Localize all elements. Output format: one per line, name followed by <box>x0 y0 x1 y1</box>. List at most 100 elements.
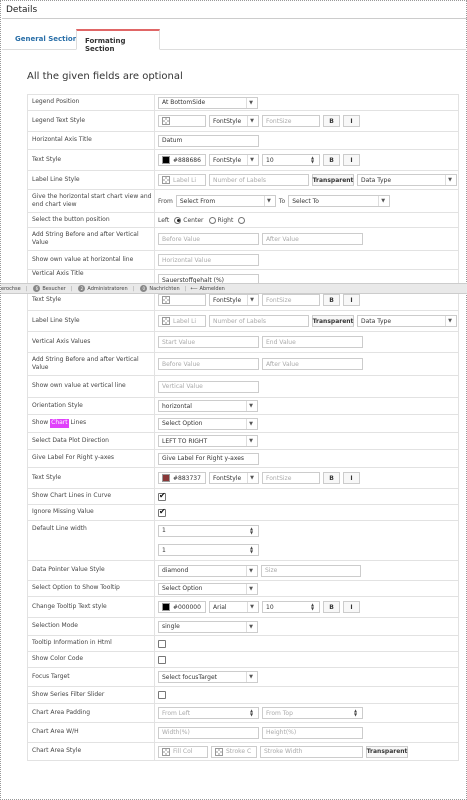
tooltip-size-stepper[interactable]: 10 ▲ ▼ <box>262 601 320 613</box>
visitors-count-badge: 6 <box>33 285 41 292</box>
transparent-swatch-icon <box>162 117 170 125</box>
show-color-code-checkbox[interactable] <box>158 655 166 664</box>
text-color-picker-3[interactable]: #883737 <box>158 472 206 484</box>
data-type-select-2[interactable]: Data Type ▼ <box>357 315 457 327</box>
field-label: Orientation Style <box>32 401 83 409</box>
row-label-line-style: Label Line Style Label Li Number of Labe… <box>27 170 459 189</box>
legend-position-select[interactable]: At BottomSide ▼ <box>158 96 258 109</box>
before-value-input-2[interactable]: Before Value <box>158 358 259 370</box>
row-add-string-horizontal: Add String Before and after Vertical Val… <box>27 227 459 250</box>
messages-link[interactable]: 0 Nachrichten <box>138 285 180 292</box>
field-label: Default Line width <box>32 525 87 532</box>
tooltip-color-picker[interactable]: #000000 <box>158 601 206 613</box>
statusbar-partial: erochse <box>1 285 21 292</box>
selection-mode-select[interactable]: single ▼ <box>158 620 258 633</box>
chevron-down-icon: ▼ <box>378 196 387 206</box>
select-to-dropdown[interactable]: Select To ▼ <box>288 195 391 207</box>
chart-area-transparent-button[interactable]: Transparent <box>366 745 408 758</box>
right-radio[interactable] <box>238 216 246 224</box>
left-radio[interactable] <box>174 216 182 224</box>
tab-general-section[interactable]: General Section <box>7 29 86 50</box>
row-show-color-code: Show Color Code <box>27 651 459 667</box>
number-of-labels-input-2[interactable]: Number of Labels <box>209 315 309 327</box>
tab-formating-section[interactable]: Formating Section <box>76 29 160 53</box>
field-label: Text Style <box>32 155 62 163</box>
admins-link[interactable]: 2 Administratoren <box>76 285 128 292</box>
font-style-select-2[interactable]: FontStyle ▼ <box>209 294 259 306</box>
after-value-input[interactable]: After Value <box>262 233 363 245</box>
row-button-position: Select the button position Left Center R… <box>27 212 459 227</box>
transparent-button-2[interactable]: Transparent <box>312 315 354 327</box>
orientation-select[interactable]: horizontal ▼ <box>158 400 258 412</box>
focus-target-select[interactable]: Select focusTarget ▼ <box>158 671 258 683</box>
line-width-stepper-2[interactable]: 1 ▲ ▼ <box>158 544 259 557</box>
options-form: Legend Position At BottomSide ▼ Legend Te… <box>27 94 459 761</box>
before-value-input[interactable]: Before Value <box>158 233 259 245</box>
panel-title: Details <box>2 2 467 19</box>
font-size-stepper[interactable]: 10 ▲ ▼ <box>262 154 320 166</box>
italic-button-2[interactable]: I <box>343 294 360 306</box>
visitors-link[interactable]: 6 Besucher <box>31 285 66 292</box>
font-style-select[interactable]: FontStyle ▼ <box>209 154 259 166</box>
font-style-select-3[interactable]: FontStyle ▼ <box>209 472 259 484</box>
number-of-labels-input[interactable]: Number of Labels <box>209 174 309 186</box>
horizontal-axis-title-input[interactable]: Datum <box>158 134 259 147</box>
text-color-picker-2[interactable] <box>158 294 206 306</box>
legend-font-style-select[interactable]: FontStyle ▼ <box>209 115 259 127</box>
right-y-label-input[interactable]: Give Label For Right y-axes <box>158 452 259 465</box>
section-heading: All the given fields are optional <box>27 71 183 82</box>
tooltip-html-checkbox[interactable] <box>158 639 166 648</box>
logout-link[interactable]: ⟵ Abmelden <box>190 286 225 292</box>
pointer-size-input[interactable]: Size <box>261 564 361 577</box>
font-size-input-3[interactable]: FontSize <box>262 472 320 484</box>
pointer-style-select[interactable]: diamond ▼ <box>158 564 258 577</box>
chart-height-input[interactable]: Height(%) <box>262 726 363 739</box>
ignore-missing-checkbox[interactable] <box>158 507 166 517</box>
show-lines-select[interactable]: Select Option ▼ <box>158 417 258 430</box>
horizontal-value-input[interactable]: Horizontal Value <box>158 254 259 266</box>
legend-italic-button[interactable]: I <box>343 115 360 127</box>
line-width-stepper[interactable]: 1 ▲ ▼ <box>158 524 259 537</box>
end-value-input[interactable]: End Value <box>262 336 363 348</box>
italic-button-3[interactable]: I <box>343 472 360 484</box>
bold-button-2[interactable]: B <box>323 294 340 306</box>
row-legend-position: Legend Position At BottomSide ▼ <box>27 94 459 110</box>
legend-bold-button[interactable]: B <box>323 115 340 127</box>
padding-top-stepper[interactable]: From Top ▲ ▼ <box>262 707 363 719</box>
series-filter-checkbox[interactable] <box>158 691 166 699</box>
admins-count-badge: 2 <box>78 285 86 292</box>
legend-font-size-input[interactable]: FontSize <box>262 115 320 127</box>
select-from-dropdown[interactable]: Select From ▼ <box>175 195 276 207</box>
italic-button[interactable]: I <box>343 154 360 166</box>
chevron-down-icon: ▼ <box>246 621 255 632</box>
data-plot-direction-select[interactable]: LEFT TO RIGHT ▼ <box>158 435 258 447</box>
row-ignore-missing: Ignore Missing Value <box>27 504 459 520</box>
text-color-picker[interactable]: #888686 <box>158 154 206 166</box>
vertical-value-input[interactable]: Vertical Value <box>158 380 259 393</box>
tooltip-font-select[interactable]: Arial ▼ <box>209 601 259 613</box>
legend-color-picker[interactable] <box>158 115 206 127</box>
transparent-button[interactable]: Transparent <box>312 174 354 186</box>
field-label: Show Color Code <box>32 655 84 663</box>
fill-color-picker[interactable]: Fill Col <box>158 745 208 758</box>
admins-label: Administratoren <box>87 285 128 292</box>
bold-button-3[interactable]: B <box>323 472 340 484</box>
padding-left-stepper[interactable]: From Left ▲ ▼ <box>158 707 259 719</box>
tooltip-italic-button[interactable]: I <box>343 601 360 613</box>
tooltip-option-select[interactable]: Select Option ▼ <box>158 582 258 595</box>
chart-lines-curve-checkbox[interactable] <box>158 491 166 501</box>
label-color-picker-2[interactable]: Label Li <box>158 315 206 327</box>
center-radio[interactable] <box>208 216 216 224</box>
chevron-down-icon: ▼ <box>247 602 256 612</box>
stroke-color-picker[interactable]: Stroke C <box>211 745 257 758</box>
chart-width-input[interactable]: Width(%) <box>158 726 259 739</box>
data-type-select[interactable]: Data Type ▼ <box>357 174 457 186</box>
font-size-input-2[interactable]: FontSize <box>262 294 320 306</box>
start-value-input[interactable]: Start Value <box>158 336 259 348</box>
after-value-input-2[interactable]: After Value <box>262 358 363 370</box>
bold-button[interactable]: B <box>323 154 340 166</box>
stroke-width-input[interactable]: Stroke Width <box>260 745 363 758</box>
label-color-picker[interactable]: Label Li <box>158 174 206 186</box>
right-option-label: Right <box>217 216 234 224</box>
tooltip-bold-button[interactable]: B <box>323 601 340 613</box>
